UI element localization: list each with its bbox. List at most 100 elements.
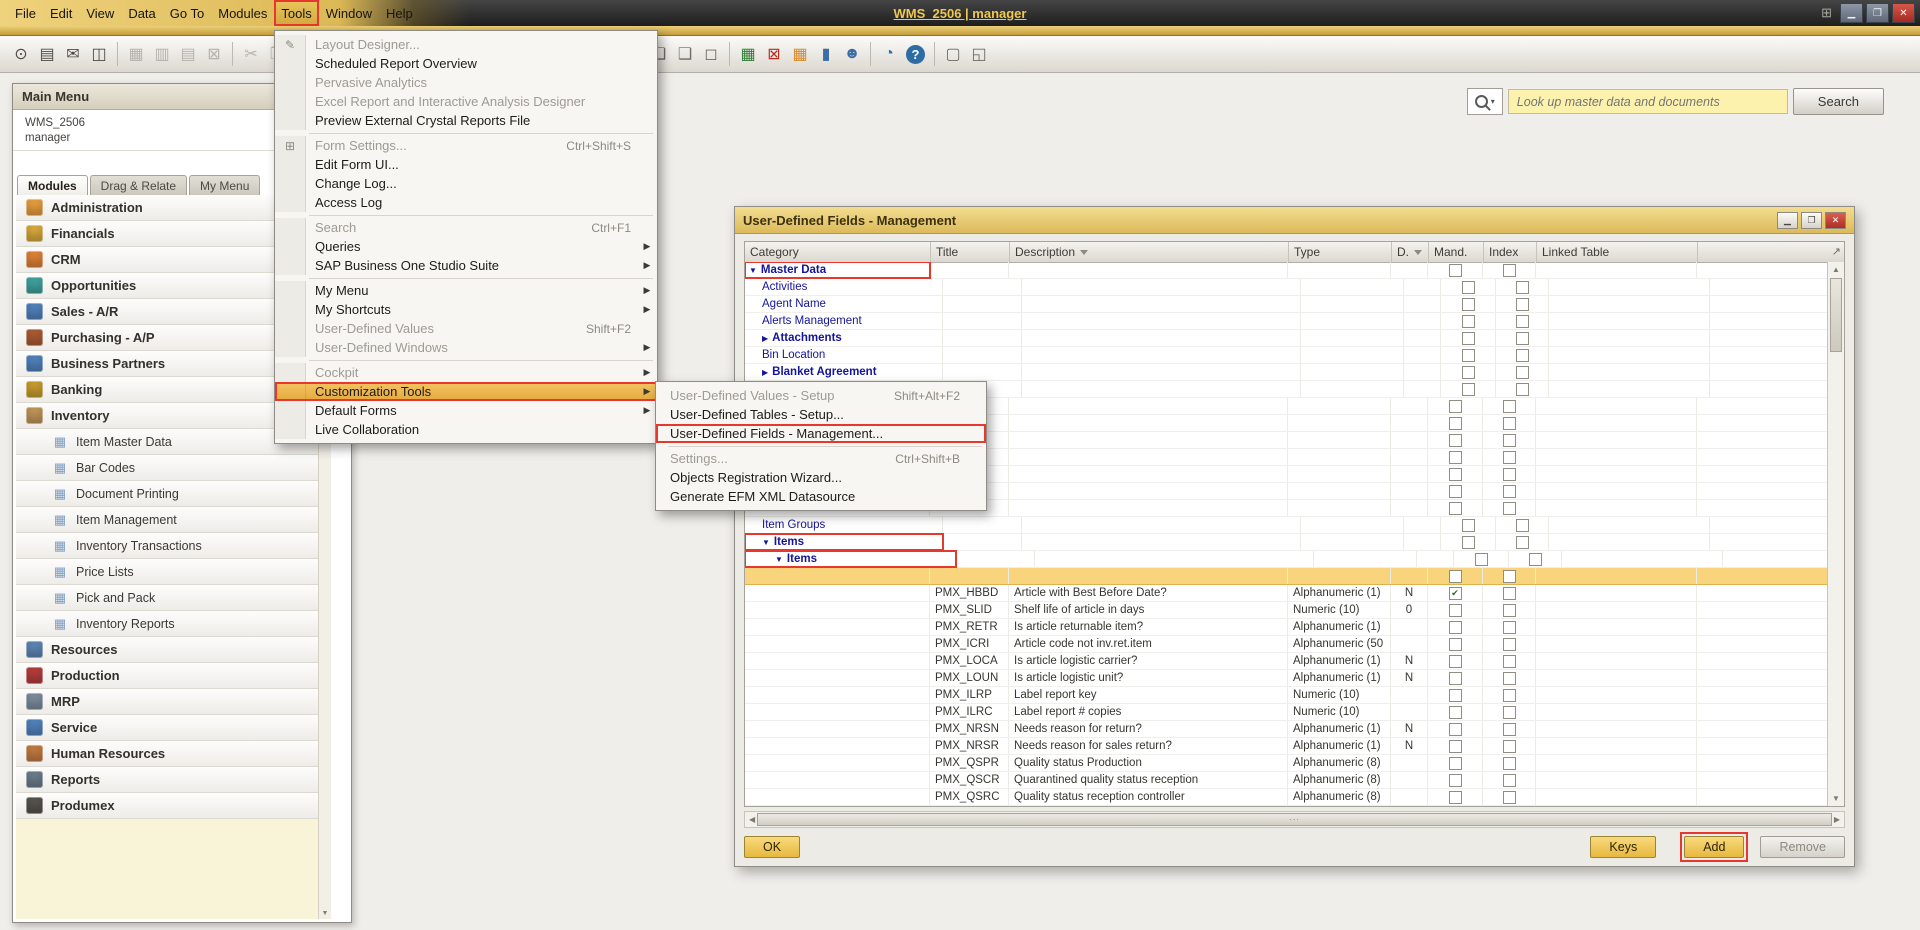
mand-checkbox[interactable]: [1449, 485, 1462, 498]
expand-table-icon[interactable]: ↗: [1832, 245, 1841, 258]
mand-checkbox[interactable]: [1449, 706, 1462, 719]
index-checkbox[interactable]: [1503, 655, 1516, 668]
category-cell[interactable]: [745, 568, 930, 584]
mand-checkbox[interactable]: ✔: [1449, 587, 1462, 600]
expand-icon[interactable]: ▶: [762, 368, 768, 377]
category-cell[interactable]: [745, 636, 930, 652]
mand-checkbox[interactable]: [1449, 400, 1462, 413]
index-checkbox[interactable]: [1503, 604, 1516, 617]
global-search-input[interactable]: [1508, 89, 1788, 114]
index-checkbox[interactable]: [1516, 383, 1529, 396]
keys-button[interactable]: Keys: [1590, 836, 1656, 858]
tools-menu-item-queries[interactable]: Queries▶: [275, 237, 657, 256]
search-button[interactable]: Search: [1793, 88, 1884, 115]
sidebar-item-crm[interactable]: CRM: [16, 247, 318, 273]
sidebar-item-reports[interactable]: Reports: [16, 767, 318, 793]
sidebar-item-resources[interactable]: Resources: [16, 637, 318, 663]
category-cell[interactable]: [745, 653, 930, 669]
index-checkbox[interactable]: [1503, 502, 1516, 515]
column-header-title[interactable]: Title: [931, 242, 1010, 262]
category-cell[interactable]: ▼Master Data: [745, 262, 930, 278]
sidebar-item-service[interactable]: Service: [16, 715, 318, 741]
index-checkbox[interactable]: [1503, 570, 1516, 583]
udf-close-button[interactable]: ✕: [1825, 212, 1846, 229]
grid-green-icon[interactable]: ▦: [735, 41, 761, 67]
category-cell[interactable]: ▼Items: [745, 551, 956, 567]
column-header-d[interactable]: D.: [1392, 242, 1429, 262]
category-row-alerts-management[interactable]: Alerts Management: [745, 313, 1828, 330]
mand-checkbox[interactable]: [1449, 757, 1462, 770]
category-cell[interactable]: [745, 789, 930, 805]
mand-checkbox[interactable]: [1475, 553, 1488, 566]
field-row-pmx-ilrp[interactable]: PMX_ILRPLabel report keyNumeric (10): [745, 687, 1828, 704]
sidebar-item-price-lists[interactable]: ▦Price Lists: [16, 559, 318, 585]
search-scope-button[interactable]: ▾: [1467, 88, 1503, 115]
category-cell[interactable]: [745, 738, 930, 754]
scroll-right-icon[interactable]: ▶: [1832, 815, 1842, 824]
udf-minimize-button[interactable]: ▁: [1777, 212, 1798, 229]
index-checkbox[interactable]: [1503, 638, 1516, 651]
category-cell[interactable]: Item Groups: [745, 517, 943, 533]
column-header-type[interactable]: Type: [1289, 242, 1392, 262]
category-cell[interactable]: [745, 704, 930, 720]
collapse-icon[interactable]: ▼: [749, 266, 757, 275]
category-row-master-data[interactable]: ▼Master Data: [745, 262, 1828, 279]
mand-checkbox[interactable]: [1462, 349, 1475, 362]
submenu-item-user-defined-tables-setup[interactable]: User-Defined Tables - Setup...: [656, 405, 986, 424]
index-checkbox[interactable]: [1503, 723, 1516, 736]
category-row-blanket-agreement[interactable]: ▶Blanket Agreement: [745, 364, 1828, 381]
menu-file[interactable]: File: [8, 0, 43, 26]
remove-button[interactable]: Remove: [1760, 836, 1845, 858]
splitter-grip[interactable]: ∙∙∙: [1289, 814, 1300, 825]
index-checkbox[interactable]: [1503, 706, 1516, 719]
scrollbar-thumb[interactable]: ∙∙∙: [757, 813, 1832, 826]
sidebar-item-banking[interactable]: Banking: [16, 377, 318, 403]
category-cell[interactable]: [745, 755, 930, 771]
tools-menu-item-pervasive-analytics[interactable]: Pervasive Analytics: [275, 73, 657, 92]
workspace-layout-icon[interactable]: ⊞: [1821, 5, 1832, 21]
tools-menu-item-form-settings[interactable]: ⊞Form Settings...Ctrl+Shift+S: [275, 136, 657, 155]
sidebar-item-inventory-reports[interactable]: ▦Inventory Reports: [16, 611, 318, 637]
print-preview-icon[interactable]: ◫: [86, 41, 112, 67]
category-cell[interactable]: [745, 721, 930, 737]
mand-checkbox[interactable]: [1462, 519, 1475, 532]
index-checkbox[interactable]: [1503, 774, 1516, 787]
udf-restore-button[interactable]: ❐: [1801, 212, 1822, 229]
menu-tools[interactable]: Tools: [274, 0, 318, 26]
menu-data[interactable]: Data: [121, 0, 162, 26]
index-checkbox[interactable]: [1516, 315, 1529, 328]
field-row-pmx-loca[interactable]: PMX_LOCAIs article logistic carrier?Alph…: [745, 653, 1828, 670]
index-checkbox[interactable]: [1516, 519, 1529, 532]
column-header-linked-table[interactable]: Linked Table: [1537, 242, 1698, 262]
sidebar-item-production[interactable]: Production: [16, 663, 318, 689]
index-checkbox[interactable]: [1516, 349, 1529, 362]
submenu-item-user-defined-values-setup[interactable]: User-Defined Values - SetupShift+Alt+F2: [656, 386, 986, 405]
mand-checkbox[interactable]: [1462, 366, 1475, 379]
tools-menu-item-user-defined-values[interactable]: User-Defined ValuesShift+F2: [275, 319, 657, 338]
field-row-pmx-nrsn[interactable]: PMX_NRSNNeeds reason for return?Alphanum…: [745, 721, 1828, 738]
scroll-left-icon[interactable]: ◀: [747, 815, 757, 824]
index-checkbox[interactable]: [1503, 791, 1516, 804]
tools-menu-item-change-log[interactable]: Change Log...: [275, 174, 657, 193]
index-checkbox[interactable]: [1503, 672, 1516, 685]
mand-checkbox[interactable]: [1449, 740, 1462, 753]
sidebar-item-business-partners[interactable]: Business Partners: [16, 351, 318, 377]
submenu-item-settings[interactable]: Settings...Ctrl+Shift+B: [656, 449, 986, 468]
category-cell[interactable]: Agent Name: [745, 296, 943, 312]
mand-checkbox[interactable]: [1449, 468, 1462, 481]
restore-button[interactable]: ❐: [1866, 3, 1889, 23]
tab-drag-relate[interactable]: Drag & Relate: [90, 175, 187, 195]
sidebar-item-sales-a-r[interactable]: Sales - A/R: [16, 299, 318, 325]
close-button[interactable]: ✕: [1892, 3, 1915, 23]
filter-icon[interactable]: [1414, 250, 1422, 255]
bar-chart-icon[interactable]: ▮: [813, 41, 839, 67]
tools-menu-item-default-forms[interactable]: Default Forms▶: [275, 401, 657, 420]
scrollbar-thumb[interactable]: [1830, 278, 1842, 352]
help-icon[interactable]: ?: [906, 45, 925, 64]
message-window-icon[interactable]: ◻: [698, 41, 724, 67]
field-row-pmx-ilrc[interactable]: PMX_ILRCLabel report # copiesNumeric (10…: [745, 704, 1828, 721]
tools-menu-item-cockpit[interactable]: Cockpit▶: [275, 363, 657, 382]
table-vertical-scrollbar[interactable]: ▲ ▼: [1827, 262, 1844, 806]
document-confirm-icon[interactable]: ❑: [672, 41, 698, 67]
category-cell[interactable]: Alerts Management: [745, 313, 943, 329]
